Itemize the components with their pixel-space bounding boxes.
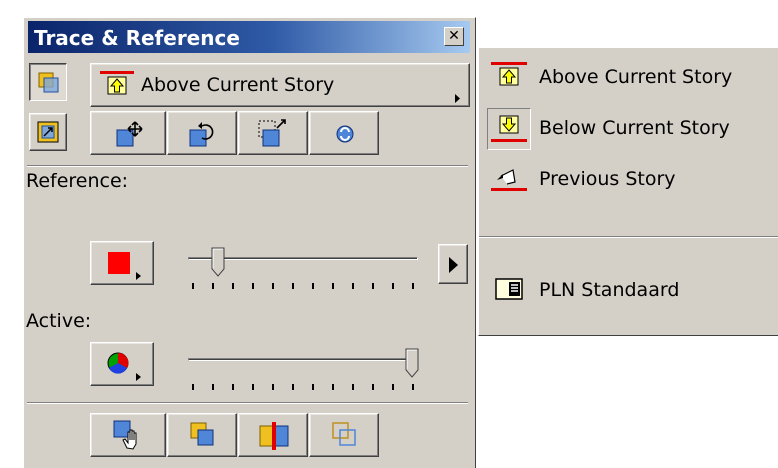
palette-titlebar[interactable]: Trace & Reference ✕	[28, 21, 470, 53]
active-color-button[interactable]	[90, 342, 154, 386]
previous-story-icon	[491, 169, 527, 191]
dropdown-arrow-icon	[455, 94, 460, 103]
plan-view-icon	[495, 278, 523, 300]
menu-separator	[479, 236, 778, 238]
mirror-reference-button[interactable]	[238, 111, 308, 155]
pan-button[interactable]	[90, 413, 166, 457]
menu-item-label: Below Current Story	[539, 117, 730, 139]
split-view-button[interactable]	[238, 413, 308, 457]
menu-item-previous-story[interactable]: Previous Story	[479, 159, 778, 199]
swap-icon	[37, 121, 59, 143]
menu-item-below-current-story[interactable]: Below Current Story	[479, 108, 778, 150]
story-selector-button[interactable]: Above Current Story	[90, 63, 470, 107]
reset-reference-button[interactable]	[309, 111, 379, 155]
menu-item-label: Above Current Story	[539, 66, 733, 88]
overlap-icon	[190, 422, 214, 446]
reset-icon	[336, 125, 354, 143]
outline-compare-button[interactable]	[309, 413, 379, 457]
story-dropdown-menu: Above Current Story Below Current Story …	[478, 47, 778, 336]
color-swatch-icon	[108, 252, 141, 280]
above-story-icon	[491, 62, 527, 86]
color-wheel-icon	[107, 352, 141, 381]
close-icon: ✕	[448, 28, 460, 44]
hand-icon	[113, 420, 137, 450]
reference-label: Reference:	[26, 170, 129, 192]
active-label: Active:	[26, 310, 92, 332]
active-slider-thumb[interactable]	[405, 348, 419, 378]
separator	[27, 165, 468, 167]
menu-item-above-current-story[interactable]: Above Current Story	[479, 57, 778, 97]
below-story-icon	[491, 115, 527, 142]
story-selector-label: Above Current Story	[141, 74, 335, 96]
reference-slider-thumb[interactable]	[211, 247, 225, 277]
mirror-icon	[258, 119, 286, 147]
rotate-icon	[189, 122, 214, 147]
close-button[interactable]: ✕	[444, 27, 464, 46]
above-story-icon	[100, 71, 134, 95]
menu-item-pln-standaard[interactable]: PLN Standaard	[479, 270, 778, 310]
separator	[27, 402, 468, 404]
menu-item-label: PLN Standaard	[539, 279, 680, 301]
trace-reference-palette: Trace & Reference ✕ Above Current Story	[23, 17, 476, 468]
trace-toggle-icon	[38, 72, 59, 93]
show-both-button[interactable]	[167, 413, 237, 457]
active-intensity-slider[interactable]	[184, 348, 429, 393]
move-icon	[116, 121, 143, 147]
swap-button[interactable]	[29, 113, 67, 151]
reference-intensity-slider[interactable]	[184, 247, 424, 292]
move-reference-button[interactable]	[90, 111, 166, 155]
split-icon	[259, 422, 289, 450]
menu-item-label: Previous Story	[539, 168, 676, 190]
reference-options-button[interactable]	[438, 244, 468, 284]
outline-overlap-icon	[332, 422, 356, 446]
chevron-right-icon	[449, 257, 458, 273]
reference-color-button[interactable]	[90, 241, 154, 285]
toggle-trace-button[interactable]	[29, 63, 67, 101]
palette-title: Trace & Reference	[34, 26, 240, 50]
rotate-reference-button[interactable]	[167, 111, 237, 155]
